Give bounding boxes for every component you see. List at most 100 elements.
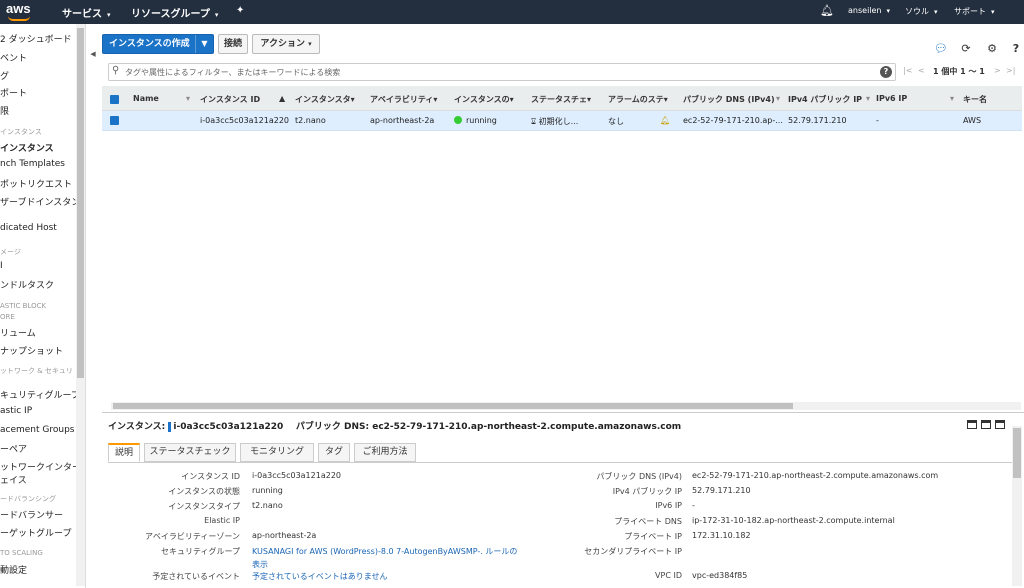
detail-field-label: アベイラビリティーゾーン	[145, 532, 240, 541]
detail-field-value: vpc-ed384f85	[692, 571, 748, 580]
sort-icon[interactable]: ▾	[186, 94, 190, 103]
help-icon[interactable]: ?	[1009, 42, 1023, 56]
detail-title: インスタンス: i-0a3cc5c03a121a220 パブリック DNS: e…	[108, 419, 681, 432]
sidebar-item[interactable]: ザーブドインスタン	[0, 195, 80, 208]
aws-logo[interactable]: aws	[6, 2, 34, 22]
chevron-down-icon: ▾	[107, 11, 111, 19]
search-help-icon[interactable]: ?	[880, 66, 892, 78]
column-header-key-name[interactable]: キー名	[963, 94, 987, 105]
tab-usage[interactable]: ご利用方法	[354, 443, 416, 462]
gear-icon[interactable]: ⚙	[985, 42, 999, 56]
column-header-alarm[interactable]: アラームのステ▾	[608, 94, 668, 105]
first-page-icon[interactable]: |<	[903, 66, 912, 75]
filter-search-box[interactable]: ⚲ タグや属性によるフィルター、またはキーワードによる検索 ?	[108, 63, 896, 81]
tab-description[interactable]: 説明	[108, 443, 140, 462]
sort-asc-icon[interactable]: ▲	[279, 94, 285, 103]
detail-field-value[interactable]: 表示	[252, 559, 268, 570]
pin-icon[interactable]: ✦	[236, 5, 244, 16]
alarm-bell-icon[interactable]: 🔔︎	[660, 116, 670, 125]
sidebar-item[interactable]: dicated Host	[0, 223, 57, 233]
column-header-az[interactable]: アベイラビリティ▾	[370, 94, 437, 105]
table-horizontal-scrollbar[interactable]	[111, 402, 1021, 410]
chevron-down-icon: ▾	[214, 11, 219, 19]
detail-field-value: 52.79.171.210	[692, 486, 751, 495]
chevron-down-icon[interactable]: ▼	[195, 35, 213, 53]
tab-status-check[interactable]: ステータスチェック	[144, 443, 236, 462]
table-row[interactable]: i-0a3cc5c03a121a220 t2.nano ap-northeast…	[102, 111, 1022, 131]
sidebar-item[interactable]: ポート	[0, 86, 27, 99]
sidebar-section-label: ORE	[0, 313, 15, 321]
sidebar-section-label: ASTIC BLOCK	[0, 302, 47, 310]
sidebar-item[interactable]: nch Templates	[0, 159, 65, 169]
detail-field-label: プライベート DNS	[614, 517, 682, 526]
tab-tags[interactable]: タグ	[318, 443, 350, 462]
sort-icon[interactable]: ▾	[866, 94, 870, 103]
region-menu[interactable]: ソウル ▾	[905, 6, 938, 17]
detail-scrollbar[interactable]	[1012, 426, 1022, 586]
sidebar-scrollbar[interactable]	[76, 24, 85, 586]
sidebar-item[interactable]: ーゲットグループ	[0, 526, 71, 539]
sidebar-item[interactable]: キュリティグループ	[0, 388, 80, 401]
sidebar-item[interactable]: astic IP	[0, 406, 32, 416]
search-placeholder: タグや属性によるフィルター、またはキーワードによる検索	[125, 68, 341, 77]
sidebar-item[interactable]: ンドルタスク	[0, 278, 54, 291]
sidebar-item[interactable]: ットワークインター	[0, 460, 81, 473]
sidebar-item[interactable]: ナップショット	[0, 344, 63, 357]
column-header-name[interactable]: Name	[133, 94, 159, 103]
row-checkbox[interactable]	[110, 116, 119, 125]
detail-field-label: Elastic IP	[204, 516, 240, 525]
column-header-public-dns[interactable]: パブリック DNS (IPv4)	[683, 94, 775, 105]
tab-monitoring[interactable]: モニタリング	[240, 443, 314, 462]
launch-instance-button[interactable]: インスタンスの作成 ▼	[102, 34, 214, 54]
next-page-icon[interactable]: >	[994, 66, 1001, 75]
sort-icon[interactable]: ▾	[776, 94, 780, 103]
chevron-down-icon: ▾	[991, 8, 995, 16]
user-menu[interactable]: anseilen ▾	[848, 6, 890, 15]
detail-field-label: セカンダリプライベート IP	[584, 547, 682, 556]
prev-page-icon[interactable]: <	[918, 66, 925, 75]
column-header-public-ip[interactable]: IPv4 パブリック IP	[788, 94, 862, 105]
sidebar-item[interactable]: acement Groups	[0, 425, 75, 435]
actions-button[interactable]: アクション ▾	[252, 34, 320, 54]
column-header-state[interactable]: インスタンスの▾	[454, 94, 514, 105]
sidebar-item[interactable]: 2 ダッシュボード	[0, 32, 72, 45]
sidebar-item[interactable]: ベント	[0, 51, 27, 64]
refresh-icon[interactable]: ⟳	[959, 42, 973, 56]
collapse-sidebar-icon[interactable]: ◀	[86, 40, 100, 68]
scrollbar-thumb[interactable]	[77, 28, 84, 378]
detail-field-value: i-0a3cc5c03a121a220	[252, 471, 341, 480]
support-menu[interactable]: サポート ▾	[954, 6, 995, 17]
last-page-icon[interactable]: >|	[1006, 66, 1015, 75]
sidebar-item[interactable]: ポットリクエスト	[0, 177, 72, 190]
chevron-down-icon: ▾	[308, 40, 312, 48]
sidebar-item[interactable]: リューム	[0, 326, 36, 339]
sidebar-item[interactable]: I	[0, 261, 3, 271]
select-all-checkbox[interactable]	[110, 95, 119, 104]
column-header-ipv6[interactable]: IPv6 IP	[876, 94, 907, 103]
sidebar-item[interactable]: 動設定	[0, 563, 27, 576]
column-header-status-check[interactable]: ステータスチェ▾	[531, 94, 591, 105]
sidebar-item[interactable]: インスタンス	[0, 141, 54, 154]
detail-field-label: セキュリティグループ	[160, 547, 240, 556]
sidebar-item[interactable]: ードバランサー	[0, 508, 63, 521]
detail-field-value[interactable]: 予定されているイベントはありません	[252, 571, 388, 582]
chat-icon[interactable]: 💬︎	[934, 42, 948, 56]
sort-icon[interactable]: ▾	[950, 94, 954, 103]
scrollbar-thumb[interactable]	[1013, 428, 1021, 478]
sidebar-nav: 2 ダッシュボード ベントグポート限インスタンス インスタンス nch Templat…	[0, 24, 86, 588]
resource-groups-menu[interactable]: リソースグループ ▾	[131, 5, 218, 20]
services-menu[interactable]: サービス ▾	[62, 5, 111, 20]
cell-ipv6: -	[876, 116, 879, 125]
column-header-instance-type[interactable]: インスタンスタ▾	[295, 94, 355, 105]
connect-button[interactable]: 接続	[218, 34, 248, 54]
sidebar-item[interactable]: ェイス	[0, 473, 27, 486]
sidebar-item[interactable]: 限	[0, 104, 9, 117]
sidebar-item[interactable]: グ	[0, 69, 9, 82]
sidebar-item[interactable]: ーペア	[0, 442, 27, 455]
column-header-instance-id[interactable]: インスタンス ID	[200, 94, 260, 105]
detail-field-label: VPC ID	[655, 571, 682, 580]
detail-field-value[interactable]: KUSANAGI for AWS (WordPress)-8.0 7-Autog…	[252, 546, 517, 557]
scrollbar-thumb[interactable]	[113, 403, 793, 409]
bell-icon[interactable]: 🔔︎	[820, 4, 834, 17]
tab-divider	[108, 462, 1012, 463]
